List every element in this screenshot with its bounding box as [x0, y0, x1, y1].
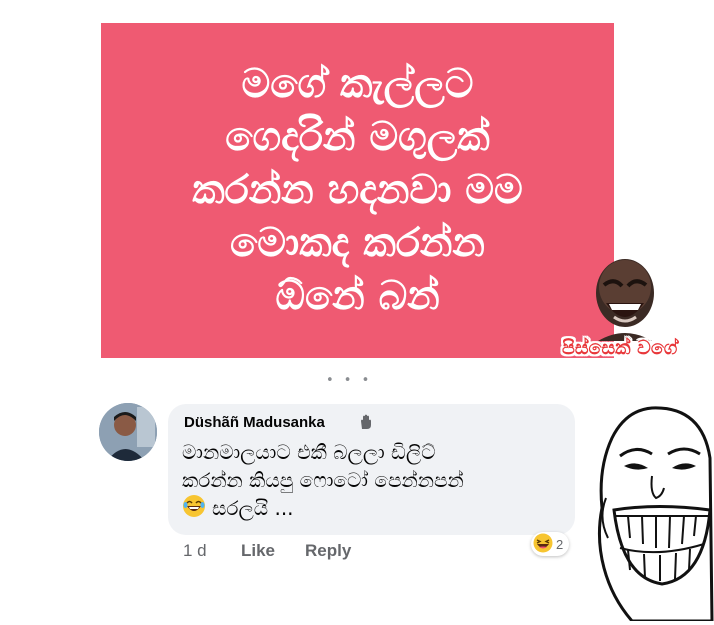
more-options-icon[interactable]: • • • [326, 373, 372, 388]
comment-bubble: Düshãñ Madusanka මානමාලයාට එකී බලලා ඩිලි… [168, 404, 575, 535]
reaction-summary[interactable]: 2 [531, 532, 570, 556]
post-line: ගෙදරින් මගුලක් [225, 114, 490, 160]
comment-line: කරන්න කියපු ෆොටෝ පෙන්නපන් [182, 468, 464, 492]
laughing-emoji-icon [182, 494, 206, 525]
comment-line: මානමාලයාට එකී බලලා ඩිලිට් [182, 440, 436, 464]
comment-author[interactable]: Düshãñ Madusanka [184, 414, 325, 431]
wave-hand-icon [358, 414, 374, 434]
post-line: කරන්න හදනවා මම [192, 167, 523, 213]
troll-face-icon [592, 398, 714, 625]
reaction-count: 2 [556, 536, 564, 552]
comment-text: මානමාලයාට එකී බලලා ඩිලිට් කරන්න කියපු ෆො… [182, 438, 464, 525]
reply-button[interactable]: Reply [305, 541, 351, 561]
laughing-man-icon [590, 255, 660, 345]
comment-line: සරලයි ... [182, 494, 464, 525]
post-line: මොකද කරන්න [230, 220, 485, 266]
post-line: ඕනේ බන් [275, 273, 440, 319]
haha-reaction-icon [533, 533, 553, 556]
like-button[interactable]: Like [241, 541, 275, 561]
meme-caption: පිස්සෙක් වගේ [562, 337, 678, 359]
comment-time[interactable]: 1 d [183, 541, 207, 561]
post-text: මගේ කැල්ලට ගෙදරින් මගුලක් කරන්න හදනවා මම… [123, 58, 593, 323]
post-line: මගේ කැල්ලට [241, 61, 474, 107]
comment-line-text: සරලයි ... [212, 496, 294, 520]
avatar[interactable] [99, 403, 157, 461]
post-image-card: මගේ කැල්ලට ගෙදරින් මගුලක් කරන්න හදනවා මම… [101, 23, 614, 358]
